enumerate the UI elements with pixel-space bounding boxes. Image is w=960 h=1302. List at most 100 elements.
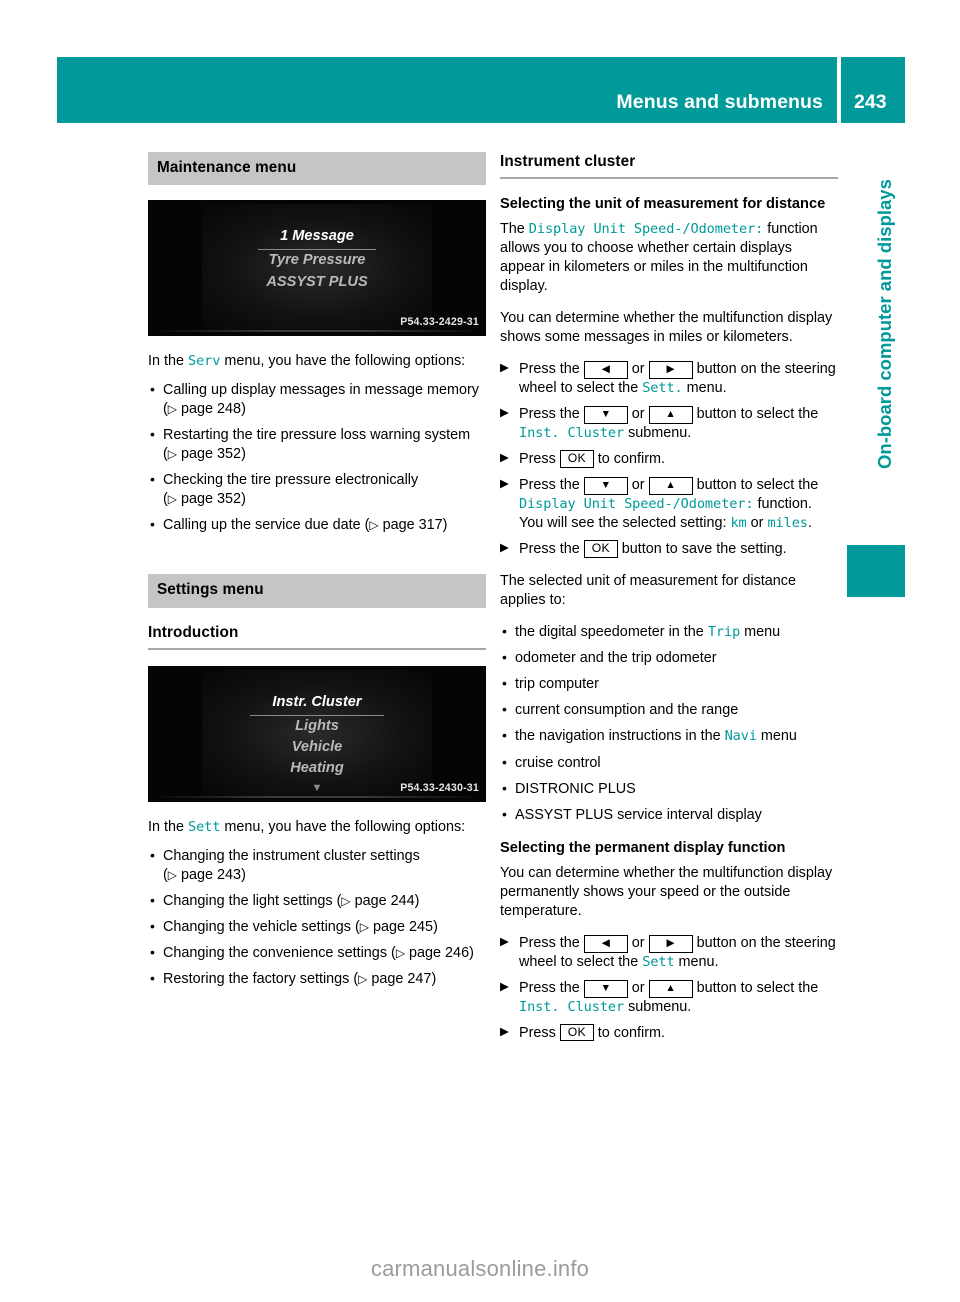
header-page-block: 243: [841, 57, 905, 123]
item-before: ASSYST PLUS service interval display: [515, 806, 762, 823]
page-reference-label: page 245: [373, 918, 434, 935]
figure-maintenance-display: 1 Message Tyre Pressure ASSYST PLUS P54.…: [148, 200, 486, 337]
permanent-paragraph-1: You can determine whether the multifunct…: [500, 864, 833, 919]
step-or: or: [627, 361, 649, 378]
step-item: Press the ◀ or ▶ button on the steering …: [500, 934, 838, 972]
step-text: Press the: [519, 361, 584, 378]
ok-button-icon[interactable]: OK: [583, 540, 618, 559]
code-display-unit-speed-odometer: Display Unit Speed-/Odometer:: [519, 496, 754, 513]
page-reference-label: page 244: [354, 892, 415, 909]
up-arrow-button-icon[interactable]: ▲: [648, 979, 693, 998]
item-before: DISTRONIC PLUS: [515, 780, 636, 797]
step-text: submenu.: [624, 425, 692, 442]
figure-floor-line: [162, 330, 472, 333]
page-reference: ▷ page 244: [341, 893, 414, 909]
menu-name-sett: Sett: [188, 818, 221, 835]
chapter-side-tab-marker: [847, 545, 905, 597]
down-arrow-button-icon[interactable]: ▼: [583, 406, 628, 425]
item-before: odometer and the trip odometer: [515, 650, 717, 667]
down-arrow-button-icon[interactable]: ▼: [583, 979, 628, 998]
option-text: Restoring the factory settings (: [163, 970, 359, 987]
step-or: or: [627, 979, 649, 996]
step-or: or: [627, 477, 649, 494]
list-item: current consumption and the range: [500, 700, 838, 720]
step-item: Press the ◀ or ▶ button on the steering …: [500, 360, 838, 398]
maintenance-intro-paragraph: In the Serv menu, you have the following…: [148, 352, 486, 371]
ok-button-icon[interactable]: OK: [559, 1023, 594, 1042]
step-item: Press the ▼ or ▲ button to select the In…: [500, 979, 838, 1017]
item-after: menu: [756, 728, 797, 745]
section-bar-settings-menu: Settings menu: [148, 574, 486, 608]
left-column: Maintenance menu 1 Message Tyre Pressure…: [148, 152, 486, 1002]
page-reference: ▷ page 352: [168, 491, 241, 507]
item-after: menu: [740, 624, 781, 641]
option-tail: ): [241, 491, 246, 508]
step-text: button to select the: [692, 979, 819, 996]
left-arrow-button-icon[interactable]: ◀: [583, 934, 628, 953]
menu-name-serv: Serv: [188, 353, 221, 370]
intro-text-after: menu, you have the following options:: [220, 818, 466, 835]
page-header: Menus and submenus 243: [57, 57, 905, 123]
list-item: DISTRONIC PLUS: [500, 779, 838, 799]
step-text: menu.: [674, 953, 719, 970]
option-tail: ): [241, 866, 246, 883]
list-item: Calling up display messages in message m…: [148, 380, 486, 419]
step-text: Press: [519, 1024, 560, 1041]
right-arrow-button-icon[interactable]: ▶: [648, 934, 693, 953]
option-tail: ): [433, 918, 438, 935]
list-item: trip computer: [500, 674, 838, 694]
ok-button-icon[interactable]: OK: [559, 450, 594, 469]
watermark: carmanualsonline.info: [370, 1256, 590, 1281]
page-reference-label: page 317: [382, 517, 443, 534]
figure-line: Lights: [295, 717, 339, 734]
para-before: The: [500, 221, 529, 238]
step-text: .: [807, 515, 812, 532]
section-bar-maintenance-menu: Maintenance menu: [148, 152, 486, 186]
menu-name-navi: Navi: [724, 728, 757, 745]
figure-line: Tyre Pressure: [268, 252, 366, 269]
menu-name-sett: Sett.: [642, 380, 683, 397]
chapter-side-tab-label: On-board computer and displays: [874, 179, 895, 469]
subheading-unit-of-measurement: Selecting the unit of measurement for di…: [500, 196, 826, 213]
settings-intro-paragraph: In the Sett menu, you have the following…: [148, 818, 486, 837]
list-item: Restarting the tire pressure loss warnin…: [148, 425, 486, 464]
maintenance-options-list: Calling up display messages in message m…: [148, 380, 486, 535]
list-item: Checking the tire pressure electronicall…: [148, 470, 486, 509]
up-arrow-button-icon[interactable]: ▲: [648, 406, 693, 425]
step-text: Press the: [519, 934, 584, 951]
step-text: button to select the: [692, 406, 819, 423]
option-text: Changing the light settings (: [163, 892, 342, 909]
step-text: function.: [753, 496, 812, 513]
triangle-icon: ▷: [167, 492, 178, 507]
option-tail: ): [414, 892, 420, 909]
intro-text-before: In the: [148, 818, 189, 835]
item-before: current consumption and the range: [515, 702, 739, 719]
page-reference-label: page 246: [409, 944, 470, 961]
submenu-name-inst-cluster: Inst. Cluster: [519, 998, 625, 1015]
figure-line: 1 Message: [258, 226, 376, 251]
step-text: You will see the selected setting:: [519, 515, 731, 532]
option-tail: ): [469, 944, 474, 961]
list-item: Changing the vehicle settings (▷ page 24…: [148, 917, 486, 937]
step-item: Press the OK button to save the setting.: [500, 540, 838, 559]
figure-text-lines: 1 Message Tyre Pressure ASSYST PLUS: [148, 226, 486, 292]
figure-line: Vehicle: [291, 739, 343, 755]
triangle-icon: ▷: [167, 402, 178, 417]
up-arrow-button-icon[interactable]: ▲: [648, 477, 693, 496]
right-arrow-button-icon[interactable]: ▶: [648, 361, 693, 380]
left-arrow-button-icon[interactable]: ◀: [583, 361, 628, 380]
intro-text-before: In the: [148, 353, 189, 370]
subheading-permanent-display: Selecting the permanent display function: [500, 839, 786, 856]
step-text: Press the: [519, 541, 584, 558]
list-item: Calling up the service due date (▷ page …: [148, 515, 486, 535]
step-item: Press the ▼ or ▲ button to select the In…: [500, 405, 838, 443]
item-before: trip computer: [515, 676, 599, 693]
page-reference: ▷ page 248: [168, 401, 241, 417]
option-tail: ): [241, 446, 246, 463]
list-item: the navigation instructions in the Navi …: [500, 726, 838, 746]
item-before: the navigation instructions in the: [515, 728, 725, 745]
page-reference-label: page 352: [181, 491, 242, 508]
down-arrow-button-icon[interactable]: ▼: [583, 477, 628, 496]
option-text: Calling up the service due date (: [163, 517, 370, 534]
triangle-icon: ▷: [167, 867, 178, 882]
